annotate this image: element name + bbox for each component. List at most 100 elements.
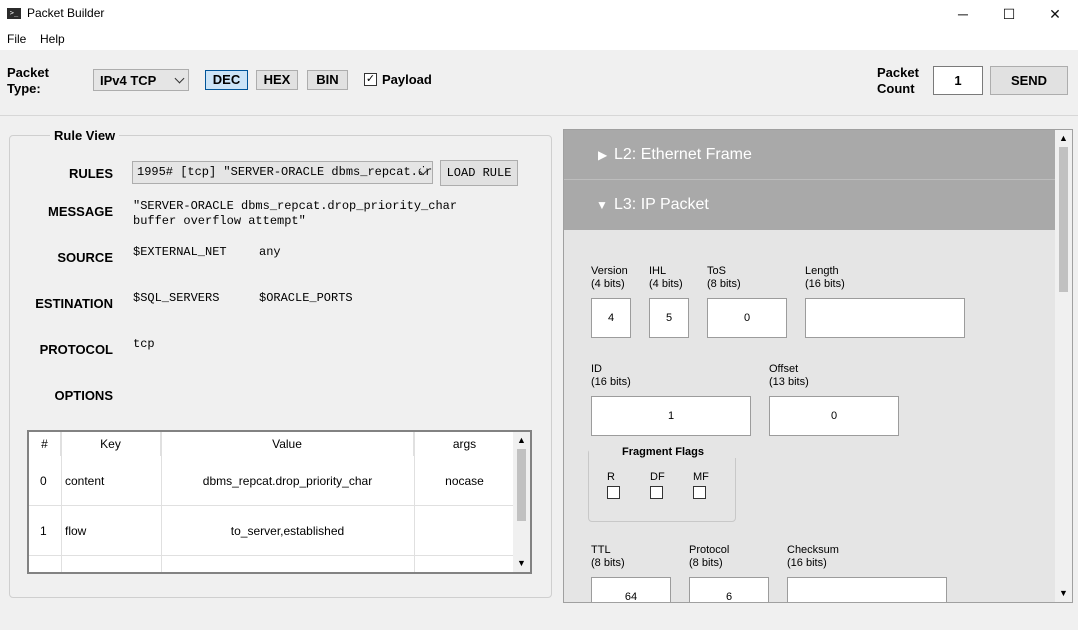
scroll-up-arrow[interactable]: ▲	[513, 432, 530, 449]
l2-section-header[interactable]: ▶ L2: Ethernet Frame	[564, 130, 1056, 180]
checksum-input[interactable]	[787, 577, 947, 602]
rules-label: RULES	[68, 166, 113, 181]
dec-button[interactable]: DEC	[205, 70, 248, 90]
tos-input[interactable]: 0	[707, 298, 787, 338]
flag-r-checkbox[interactable]	[607, 486, 620, 499]
col-header-key[interactable]: Key	[61, 432, 161, 456]
bin-button[interactable]: BIN	[307, 70, 348, 90]
col-header-num[interactable]: #	[29, 432, 61, 456]
packet-panel: ▶ L2: Ethernet Frame ▼ L3: IP Packet Ver…	[563, 129, 1073, 603]
table-row[interactable]: 0 content dbms_repcat.drop_priority_char…	[29, 456, 515, 506]
fragment-flags-title-text: Fragment Flags	[618, 446, 708, 458]
scroll-down-arrow[interactable]: ▼	[1055, 585, 1072, 602]
checksum-label: Checksum (16 bits)	[787, 544, 839, 570]
length-label-name: Length	[805, 265, 839, 277]
packet-type-select[interactable]: IPv4 TCP	[93, 69, 189, 91]
ihl-label-name: IHL	[649, 265, 667, 277]
load-rule-button[interactable]: LOAD RULE	[440, 160, 518, 186]
id-label-bits: (16 bits)	[591, 376, 631, 388]
protocol-label: PROTOCOL	[39, 342, 113, 357]
minimize-button[interactable]: ─	[940, 0, 986, 28]
offset-input[interactable]: 0	[769, 396, 899, 436]
col-header-value[interactable]: Value	[161, 432, 414, 456]
tos-label-name: ToS	[707, 265, 726, 277]
table-row[interactable]: 1 flow to_server,established	[29, 506, 515, 556]
close-button[interactable]: ✕	[1032, 0, 1078, 28]
message-line-2: buffer overflow attempt"	[133, 214, 306, 228]
packet-count-input[interactable]: 1	[933, 66, 983, 95]
checksum-label-name: Checksum	[787, 544, 839, 556]
toolbar: Packet Type: IPv4 TCP DEC HEX BIN ✓ Payl…	[0, 50, 1078, 116]
flag-mf-checkbox[interactable]	[693, 486, 706, 499]
menu-file[interactable]: File	[7, 32, 26, 46]
ttl-input[interactable]: 64	[591, 577, 671, 602]
scroll-up-arrow[interactable]: ▲	[1055, 130, 1072, 147]
ihl-label-bits: (4 bits)	[649, 278, 683, 290]
packet-count-label: Packet Count	[877, 65, 919, 97]
length-input[interactable]	[805, 298, 965, 338]
cell-args	[414, 506, 515, 556]
message-label: MESSAGE	[47, 204, 113, 219]
cell-key: flow	[65, 524, 87, 538]
id-input[interactable]: 1	[591, 396, 751, 436]
payload-label: Payload	[382, 72, 432, 87]
ttl-label: TTL (8 bits)	[591, 544, 625, 570]
source-label: SOURCE	[57, 250, 113, 265]
hex-button[interactable]: HEX	[256, 70, 298, 90]
protocol-value: tcp	[133, 337, 155, 351]
version-input[interactable]: 4	[591, 298, 631, 338]
options-table[interactable]: # Key Value args 0 content dbms_repcat.d…	[27, 430, 532, 574]
flag-r-label: R	[607, 471, 615, 483]
ip-packet-body: Version (4 bits) 4 IHL (4 bits) 5 ToS (8…	[564, 230, 1056, 602]
rule-select[interactable]: 1995# [tcp] "SERVER-ORACLE dbms_repcat.d…	[132, 161, 433, 184]
scroll-down-arrow[interactable]: ▼	[513, 555, 530, 572]
protocol-input[interactable]: 6	[689, 577, 769, 602]
packet-count-label-line1: Packet	[877, 65, 919, 80]
maximize-button[interactable]: ☐	[986, 0, 1032, 28]
flag-df-checkbox[interactable]	[650, 486, 663, 499]
id-label: ID (16 bits)	[591, 363, 631, 389]
protocol-field-label: Protocol (8 bits)	[689, 544, 729, 570]
title-bar: >_ Packet Builder ─ ☐ ✕	[0, 0, 1078, 28]
l3-section-header[interactable]: ▼ L3: IP Packet	[564, 180, 1056, 230]
payload-checkbox[interactable]: ✓	[364, 73, 377, 86]
rule-select-value: 1995# [tcp] "SERVER-ORACLE dbms_repcat.d…	[137, 165, 433, 179]
send-button[interactable]: SEND	[990, 66, 1068, 95]
col-header-args[interactable]: args	[414, 432, 515, 456]
id-label-name: ID	[591, 363, 602, 375]
destination-label: ESTINATION	[35, 296, 113, 311]
collapse-arrow-icon: ▼	[596, 198, 608, 212]
ttl-label-bits: (8 bits)	[591, 557, 625, 569]
offset-label: Offset (13 bits)	[769, 363, 809, 389]
cell-num: 0	[40, 474, 47, 488]
tos-label-bits: (8 bits)	[707, 278, 741, 290]
table-scrollbar[interactable]: ▲ ▼	[513, 432, 530, 572]
packet-panel-scrollbar[interactable]: ▲ ▼	[1055, 130, 1072, 602]
l2-title: L2: Ethernet Frame	[614, 146, 752, 163]
fragment-flags-group: Fragment Flags R DF MF	[588, 446, 737, 522]
app-icon: >_	[7, 8, 21, 19]
source-port-value: any	[259, 245, 281, 259]
expand-arrow-icon: ▶	[598, 148, 608, 162]
chevron-down-icon	[174, 73, 185, 84]
menu-bar: File Help	[0, 28, 1078, 50]
version-label: Version (4 bits)	[591, 265, 628, 291]
checksum-label-bits: (16 bits)	[787, 557, 827, 569]
options-label: OPTIONS	[54, 388, 113, 403]
dest-net-value: $SQL_SERVERS	[133, 291, 220, 305]
offset-label-bits: (13 bits)	[769, 376, 809, 388]
cell-num: 1	[40, 524, 47, 538]
scroll-thumb[interactable]	[517, 449, 526, 521]
cell-value: to_server,established	[230, 524, 345, 538]
source-net-value: $EXTERNAL_NET	[133, 245, 227, 259]
ihl-input[interactable]: 5	[649, 298, 689, 338]
scroll-thumb[interactable]	[1059, 147, 1068, 292]
protocol-field-label-bits: (8 bits)	[689, 557, 723, 569]
ttl-label-name: TTL	[591, 544, 611, 556]
l3-title: L3: IP Packet	[614, 196, 709, 213]
version-label-bits: (4 bits)	[591, 278, 625, 290]
menu-help[interactable]: Help	[40, 32, 65, 46]
fragment-flags-title: Fragment Flags	[589, 446, 737, 458]
length-label-bits: (16 bits)	[805, 278, 845, 290]
packet-type-value: IPv4 TCP	[100, 73, 157, 88]
